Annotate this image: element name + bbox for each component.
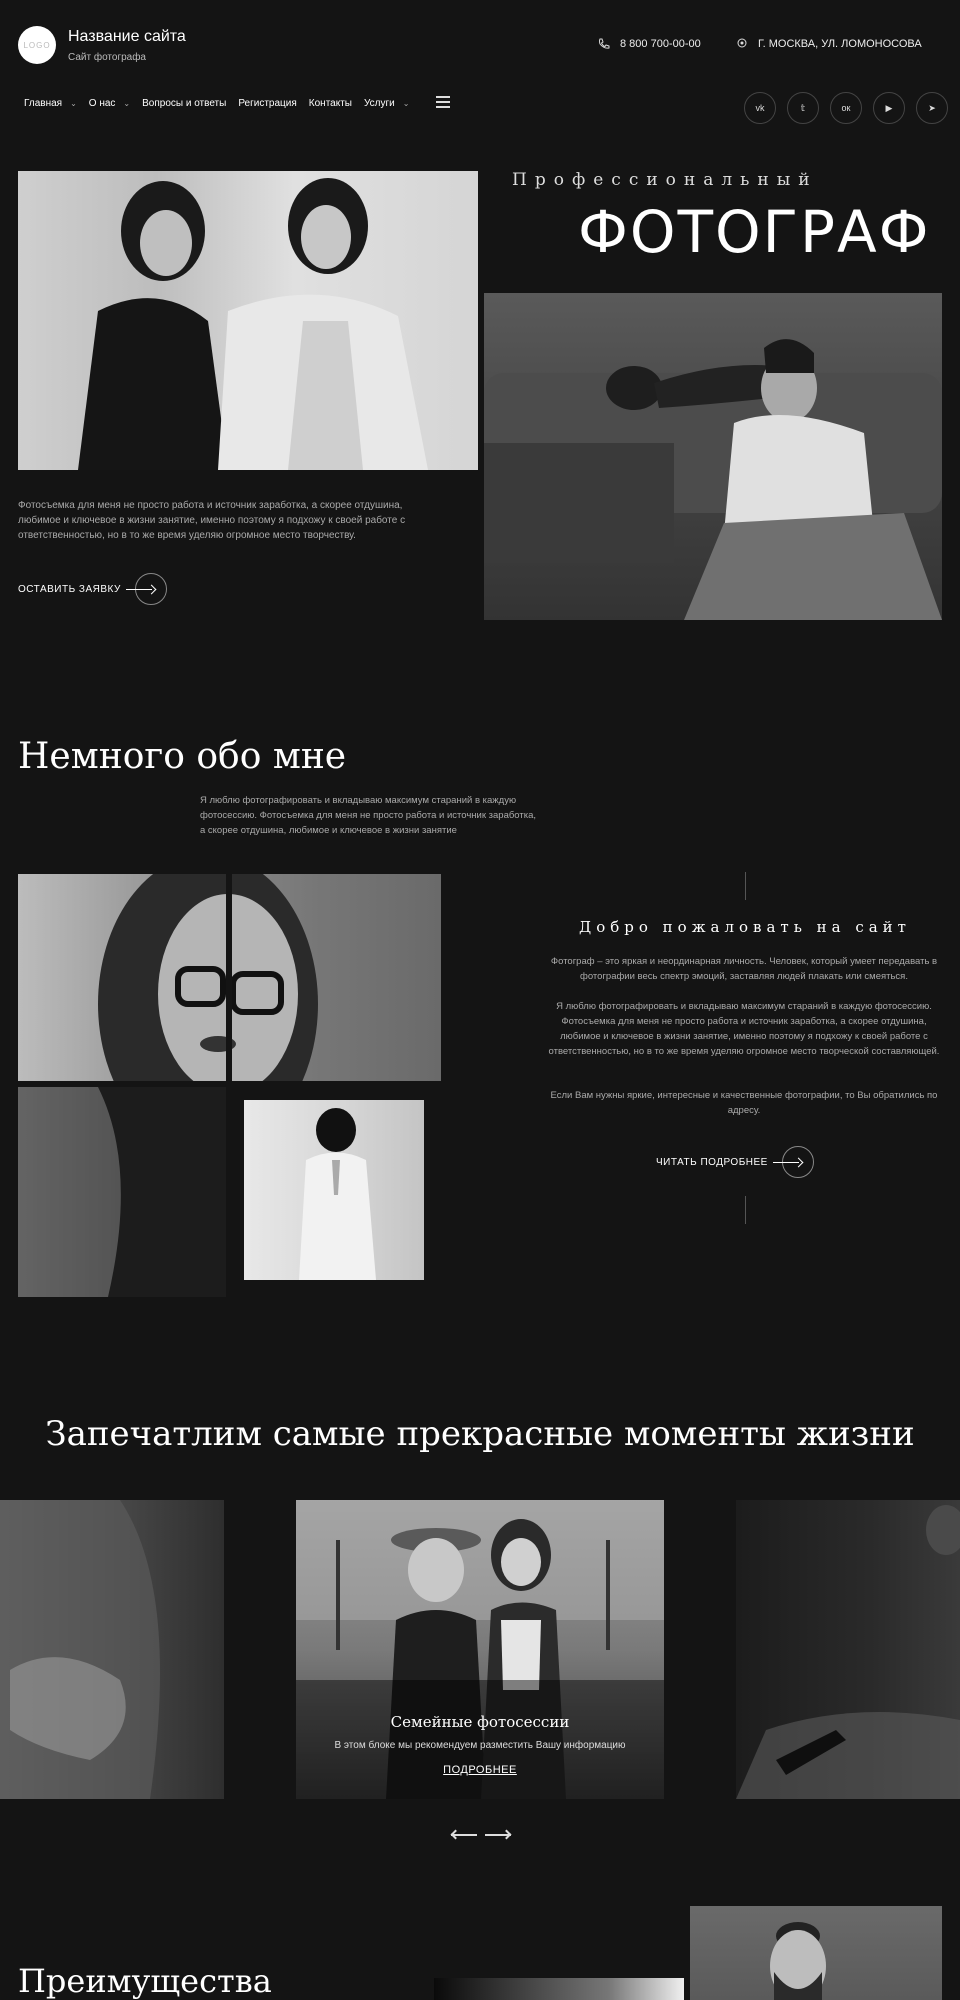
youtube-icon[interactable]: ▶ [873, 92, 905, 124]
location-icon [737, 38, 747, 48]
site-subtitle: Сайт фотографа [68, 52, 146, 63]
welcome-title: Добро пожаловать на сайт [579, 918, 911, 936]
welcome-paragraph-3: Если Вам нужны яркие, интересные и качес… [550, 1090, 938, 1116]
about-title: Немного обо мне [18, 736, 347, 777]
social-links: vk 𝕥 ок ▶ ➤ [744, 92, 948, 124]
nav-item-label: Услуги [364, 98, 395, 109]
hero-text: Фотосъемка для меня не просто работа и и… [18, 500, 406, 541]
about-photo-portrait [18, 874, 441, 1081]
address-text: Г. МОСКВА, УЛ. ЛОМОНОСОВА [758, 38, 922, 50]
nav-item-label: Вопросы и ответы [142, 98, 227, 109]
phone-contact[interactable]: 8 800 700-00-00 [598, 38, 701, 50]
chevron-down-icon: ⌄ [123, 99, 131, 108]
menu-icon[interactable] [436, 96, 450, 111]
odnoklassniki-icon[interactable]: ок [830, 92, 862, 124]
arrow-right-icon [125, 573, 167, 605]
phone-icon [599, 38, 610, 49]
arrow-right-icon [772, 1146, 814, 1178]
divider-line-bottom [745, 1196, 746, 1224]
about-photo-back [244, 1100, 424, 1280]
slide-active[interactable]: Семейные фотосессии В этом блоке мы реко… [296, 1500, 664, 1799]
logo-text: LOGO [23, 40, 51, 50]
advantages-title: Преимущества [18, 1962, 272, 2000]
advantages-photo-man [690, 1906, 942, 2000]
slide-title: Семейные фотосессии [390, 1713, 570, 1731]
slide-next[interactable] [736, 1500, 960, 1799]
address-contact: Г. МОСКВА, УЛ. ЛОМОНОСОВА [736, 38, 922, 50]
nav-item-label: Контакты [308, 98, 352, 109]
slide-description: В этом блоке мы рекомендуем разместить В… [334, 1740, 626, 1751]
hero-photo-couple [484, 293, 942, 620]
nav-item-about[interactable]: О нас ⌄ [89, 98, 130, 109]
hero-title: ФОТОГРАФ [578, 198, 931, 266]
site-name[interactable]: Название сайта [68, 28, 186, 46]
nav-item-contacts[interactable]: Контакты [309, 98, 352, 109]
chevron-down-icon: ⌄ [402, 99, 410, 108]
hero-subtitle: Профессиональный [512, 170, 818, 190]
slider-next-arrow-icon[interactable] [485, 1829, 512, 1840]
about-photo-hair [18, 1087, 226, 1297]
phone-number[interactable]: 8 800 700-00-00 [620, 38, 701, 50]
nav-item-label: Регистрация [238, 98, 297, 109]
nav-item-label: Главная [24, 98, 63, 109]
request-button[interactable]: ОСТАВИТЬ ЗАЯВКУ [18, 573, 167, 605]
nav-item-services[interactable]: Услуги ⌄ [364, 98, 409, 109]
request-button-label: ОСТАВИТЬ ЗАЯВКУ [18, 583, 121, 595]
logo[interactable]: LOGO [18, 26, 56, 64]
vk-icon[interactable]: vk [744, 92, 776, 124]
read-more-button[interactable]: ЧИТАТЬ ПОДРОБНЕЕ [656, 1146, 814, 1178]
about-text: Я люблю фотографировать и вкладываю макс… [200, 795, 537, 836]
photo-divider [226, 874, 232, 1081]
read-more-label: ЧИТАТЬ ПОДРОБНЕЕ [656, 1156, 768, 1168]
nav-item-label: О нас [88, 98, 116, 109]
hero-photo-women [18, 171, 478, 470]
advantages-photo-1 [434, 1978, 684, 2000]
telegram-icon[interactable]: ➤ [916, 92, 948, 124]
slide-prev[interactable] [0, 1500, 224, 1799]
main-nav: Главная ⌄ О нас ⌄ Вопросы и ответы Регис… [24, 98, 409, 109]
nav-item-home[interactable]: Главная ⌄ [24, 98, 77, 109]
welcome-paragraph-2: Я люблю фотографировать и вкладываю макс… [548, 1001, 940, 1057]
chevron-down-icon: ⌄ [70, 99, 77, 108]
nav-item-registration[interactable]: Регистрация [238, 98, 296, 109]
welcome-paragraph-1: Фотограф – это яркая и неординарная личн… [550, 956, 938, 982]
slider-prev-arrow-icon[interactable] [450, 1829, 477, 1840]
slide-more-link[interactable]: ПОДРОБНЕЕ [296, 1764, 664, 1776]
divider-line-top [745, 872, 746, 900]
nav-item-faq[interactable]: Вопросы и ответы [142, 98, 226, 109]
moments-title: Запечатлим самые прекрасные моменты жизн… [45, 1414, 915, 1454]
twitter-icon[interactable]: 𝕥 [787, 92, 819, 124]
